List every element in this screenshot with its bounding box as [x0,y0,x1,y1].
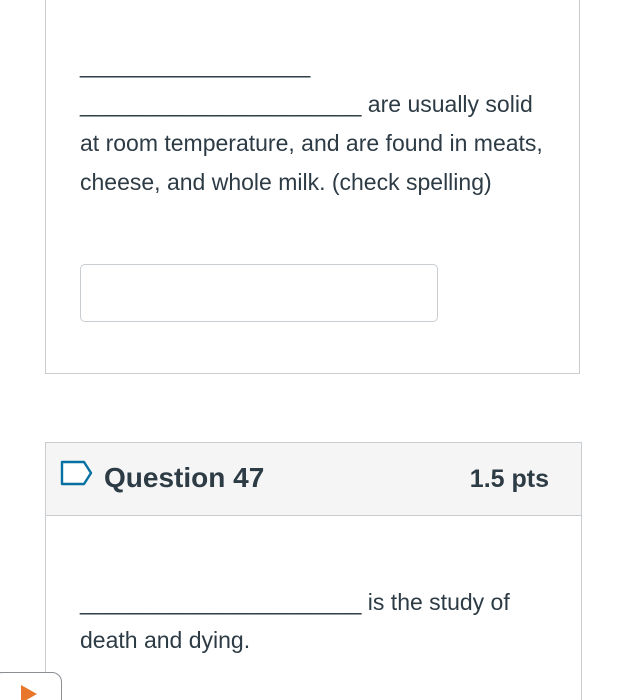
question-card-47: Question 47 1.5 pts ____________________… [45,442,582,700]
question-text: ______________________ is the study of d… [80,583,550,659]
blank-line: ______________________ [80,589,362,615]
blank-line-2: ______________________ [80,91,362,117]
question-points: 1.5 pts [469,465,549,493]
question-title: Question 47 [104,462,265,493]
play-icon [21,685,37,700]
nav-play-button[interactable] [0,672,62,700]
quiz-page: __________________ _____________________… [0,0,628,700]
blank-line-1: __________________ [80,52,311,78]
question-text: __________________ _____________________… [80,46,550,202]
answer-input[interactable] [80,264,438,322]
bookmark-flag-icon[interactable] [60,459,94,487]
question-header: Question 47 1.5 pts [46,443,581,516]
question-card-46: __________________ _____________________… [45,0,580,374]
